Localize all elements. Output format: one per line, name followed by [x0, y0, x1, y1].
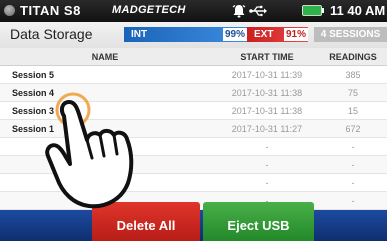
session-readings: 385 — [345, 70, 361, 80]
sessions-count-badge: 4 SESSIONS — [314, 27, 387, 42]
session-name: Session 1 — [12, 124, 55, 134]
table-row[interactable]: Session 5 2017-10-31 11:39 385 — [0, 66, 387, 84]
session-start-time: - — [265, 178, 269, 188]
eject-usb-button[interactable]: Eject USB — [203, 202, 314, 241]
table-header: NAME START TIME READINGS — [0, 48, 387, 66]
status-bar: TITAN S8 MADGETECH 11 40 AM — [0, 0, 387, 22]
alarm-icon — [232, 4, 246, 18]
session-readings: - — [351, 142, 355, 152]
session-name: Session 4 — [12, 88, 55, 98]
table-row-empty: - - — [0, 138, 387, 156]
bottom-action-bar: Delete All Eject USB — [0, 202, 387, 241]
session-start-time: 2017-10-31 11:38 — [231, 106, 303, 116]
external-memory-bar: EXT 91% — [247, 27, 308, 42]
device-name: TITAN S8 — [20, 3, 81, 18]
table-row[interactable]: Session 3 2017-10-31 11:38 15 — [0, 102, 387, 120]
logo-dot-icon — [4, 5, 15, 16]
session-start-time: - — [265, 142, 269, 152]
column-header-start-time: START TIME — [240, 52, 294, 62]
delete-all-button[interactable]: Delete All — [92, 202, 200, 241]
storage-header: Data Storage INT 99% EXT 91% 4 SESSIONS — [0, 22, 387, 49]
sessions-table: NAME START TIME READINGS Session 5 2017-… — [0, 48, 387, 210]
external-memory-label: EXT — [254, 29, 274, 40]
column-header-readings: READINGS — [329, 52, 377, 62]
session-readings: 15 — [347, 106, 358, 116]
session-readings: - — [351, 178, 355, 188]
session-name: Session 3 — [12, 106, 55, 116]
session-start-time: 2017-10-31 11:27 — [231, 124, 303, 134]
clock: 11 40 AM — [330, 3, 386, 18]
battery-icon — [302, 5, 324, 16]
external-memory-percent: 91% — [283, 28, 308, 41]
table-row[interactable]: Session 4 2017-10-31 11:38 75 — [0, 84, 387, 102]
internal-memory-bar: INT 99% — [124, 27, 247, 42]
page-title: Data Storage — [10, 26, 93, 42]
session-start-time: - — [265, 160, 269, 170]
session-name: Session 5 — [12, 70, 55, 80]
session-readings: - — [351, 160, 355, 170]
usb-icon — [249, 5, 267, 17]
session-readings: 75 — [347, 88, 358, 98]
column-header-name: NAME — [91, 52, 119, 62]
internal-memory-percent: 99% — [222, 28, 247, 41]
table-row-empty: - - — [0, 174, 387, 192]
session-readings: - — [351, 196, 355, 206]
session-start-time: 2017-10-31 11:39 — [231, 70, 303, 80]
session-readings: 672 — [345, 124, 361, 134]
internal-memory-label: INT — [131, 29, 148, 40]
table-row-empty: - - — [0, 156, 387, 174]
manufacturer-logo: MADGETECH — [112, 4, 186, 16]
table-row[interactable]: Session 1 2017-10-31 11:27 672 — [0, 120, 387, 138]
session-start-time: 2017-10-31 11:38 — [231, 88, 303, 98]
